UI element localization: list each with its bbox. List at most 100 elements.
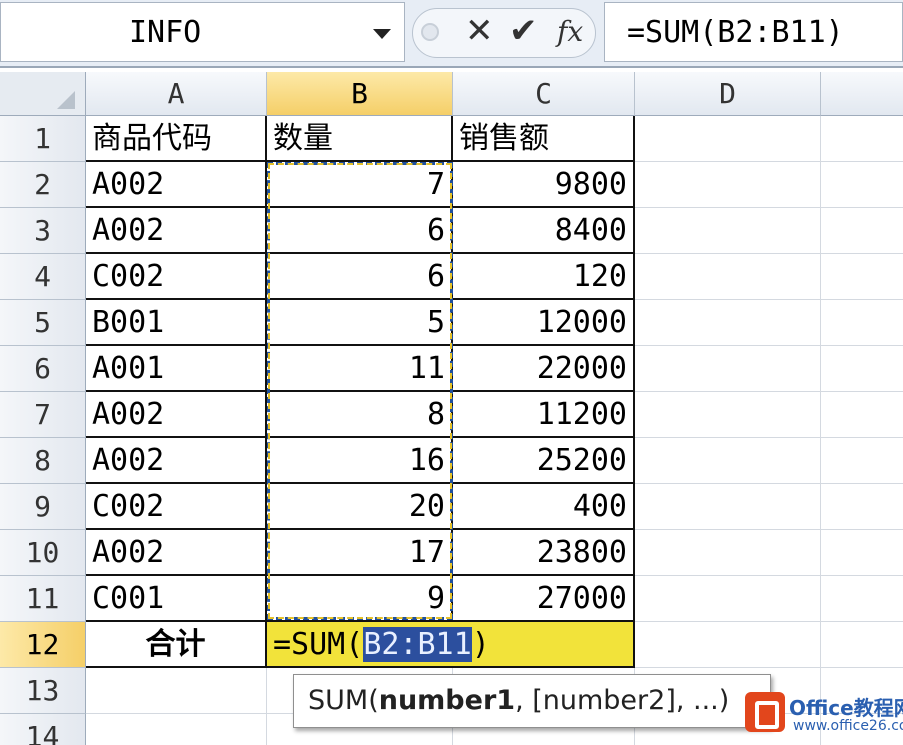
- cell-d1[interactable]: [635, 116, 821, 162]
- formula-input[interactable]: =SUM(B2:B11): [604, 2, 903, 62]
- cell-e5[interactable]: [821, 300, 903, 346]
- row-header-5[interactable]: 5: [0, 300, 86, 346]
- cell-a6[interactable]: A001: [86, 346, 267, 392]
- cell-e7[interactable]: [821, 392, 903, 438]
- cell-a8[interactable]: A002: [86, 438, 267, 484]
- cell-d11[interactable]: [635, 576, 821, 622]
- cell-a7[interactable]: A002: [86, 392, 267, 438]
- cell-d12[interactable]: [635, 622, 821, 668]
- cell-c7[interactable]: 11200: [453, 392, 635, 438]
- office-logo-icon: [745, 692, 785, 732]
- chevron-down-icon[interactable]: [373, 29, 391, 39]
- column-header-a[interactable]: A: [86, 72, 267, 116]
- row-header-3[interactable]: 3: [0, 208, 86, 254]
- row-header-9[interactable]: 9: [0, 484, 86, 530]
- cell-e11[interactable]: [821, 576, 903, 622]
- cell-a3[interactable]: A002: [86, 208, 267, 254]
- cell-c11[interactable]: 27000: [453, 576, 635, 622]
- cell-c6[interactable]: 22000: [453, 346, 635, 392]
- cell-b2[interactable]: 7: [267, 162, 453, 208]
- cell-b1[interactable]: 数量: [267, 116, 453, 162]
- cell-b12[interactable]: =SUM(B2:B11): [267, 622, 635, 668]
- cell-e4[interactable]: [821, 254, 903, 300]
- tooltip-arg1[interactable]: number1: [379, 685, 515, 716]
- cell-d8[interactable]: [635, 438, 821, 484]
- cell-e9[interactable]: [821, 484, 903, 530]
- cell-a10[interactable]: A002: [86, 530, 267, 576]
- cell-d5[interactable]: [635, 300, 821, 346]
- cell-d7[interactable]: [635, 392, 821, 438]
- resize-handle-icon[interactable]: [421, 23, 439, 41]
- watermark-name: Office教程网: [789, 696, 903, 720]
- cell-b10[interactable]: 17: [267, 530, 453, 576]
- cell-b6[interactable]: 11: [267, 346, 453, 392]
- cell-a11[interactable]: C001: [86, 576, 267, 622]
- edit-formula-suffix: ): [471, 627, 490, 662]
- cell-a14[interactable]: [86, 714, 267, 745]
- watermark-url: www.office26.com: [793, 718, 903, 734]
- select-all-button[interactable]: [0, 72, 86, 116]
- cell-b9[interactable]: 20: [267, 484, 453, 530]
- cell-b8[interactable]: 16: [267, 438, 453, 484]
- cell-b7[interactable]: 8: [267, 392, 453, 438]
- cell-d2[interactable]: [635, 162, 821, 208]
- row-header-1[interactable]: 1: [0, 116, 86, 162]
- worksheet-grid: A B C D 1 商品代码 数量 销售额 2 A002 7 9800 3 A002 6 8400 4 C…: [0, 72, 903, 745]
- cell-c9[interactable]: 400: [453, 484, 635, 530]
- cell-d3[interactable]: [635, 208, 821, 254]
- enter-icon[interactable]: ✔: [509, 11, 538, 51]
- cancel-icon[interactable]: ✕: [465, 11, 494, 51]
- column-header-b[interactable]: B: [267, 72, 453, 116]
- cell-a9[interactable]: C002: [86, 484, 267, 530]
- tooltip-rest: , [number2], ...): [515, 685, 730, 716]
- cell-e1[interactable]: [821, 116, 903, 162]
- cell-a2[interactable]: A002: [86, 162, 267, 208]
- insert-function-icon[interactable]: fx: [557, 15, 583, 48]
- cell-e10[interactable]: [821, 530, 903, 576]
- cell-a1[interactable]: 商品代码: [86, 116, 267, 162]
- watermark: Office教程网 www.office26.com: [745, 686, 903, 745]
- cell-d10[interactable]: [635, 530, 821, 576]
- function-tooltip[interactable]: SUM(number1, [number2], ...): [293, 674, 771, 728]
- cell-b5[interactable]: 5: [267, 300, 453, 346]
- cell-e8[interactable]: [821, 438, 903, 484]
- row-header-4[interactable]: 4: [0, 254, 86, 300]
- cell-b3[interactable]: 6: [267, 208, 453, 254]
- cell-a13[interactable]: [86, 668, 267, 714]
- cell-d6[interactable]: [635, 346, 821, 392]
- cell-c4[interactable]: 120: [453, 254, 635, 300]
- cell-e6[interactable]: [821, 346, 903, 392]
- name-box[interactable]: INFO: [0, 2, 405, 62]
- row-header-7[interactable]: 7: [0, 392, 86, 438]
- cell-b11[interactable]: 9: [267, 576, 453, 622]
- cell-e12[interactable]: [821, 622, 903, 668]
- cell-d9[interactable]: [635, 484, 821, 530]
- cell-a5[interactable]: B001: [86, 300, 267, 346]
- row-header-10[interactable]: 10: [0, 530, 86, 576]
- row-header-12[interactable]: 12: [0, 622, 86, 668]
- cell-a4[interactable]: C002: [86, 254, 267, 300]
- row-header-8[interactable]: 8: [0, 438, 86, 484]
- row-header-6[interactable]: 6: [0, 346, 86, 392]
- row-header-2[interactable]: 2: [0, 162, 86, 208]
- cell-c10[interactable]: 23800: [453, 530, 635, 576]
- cell-e2[interactable]: [821, 162, 903, 208]
- cell-c2[interactable]: 9800: [453, 162, 635, 208]
- column-header-e[interactable]: [821, 72, 903, 116]
- row-header-11[interactable]: 11: [0, 576, 86, 622]
- cell-e3[interactable]: [821, 208, 903, 254]
- row-header-14[interactable]: 14: [0, 714, 86, 745]
- column-header-d[interactable]: D: [635, 72, 821, 116]
- cell-c5[interactable]: 12000: [453, 300, 635, 346]
- edit-formula-prefix: =SUM(: [273, 627, 364, 662]
- cell-c1[interactable]: 销售额: [453, 116, 635, 162]
- edit-formula-range[interactable]: B2:B11: [363, 627, 472, 662]
- formula-buttons: ✕ ✔ fx: [412, 8, 596, 58]
- cell-b4[interactable]: 6: [267, 254, 453, 300]
- row-header-13[interactable]: 13: [0, 668, 86, 714]
- cell-c8[interactable]: 25200: [453, 438, 635, 484]
- cell-c3[interactable]: 8400: [453, 208, 635, 254]
- cell-d4[interactable]: [635, 254, 821, 300]
- column-header-c[interactable]: C: [453, 72, 635, 116]
- cell-a12[interactable]: 合计: [86, 622, 267, 668]
